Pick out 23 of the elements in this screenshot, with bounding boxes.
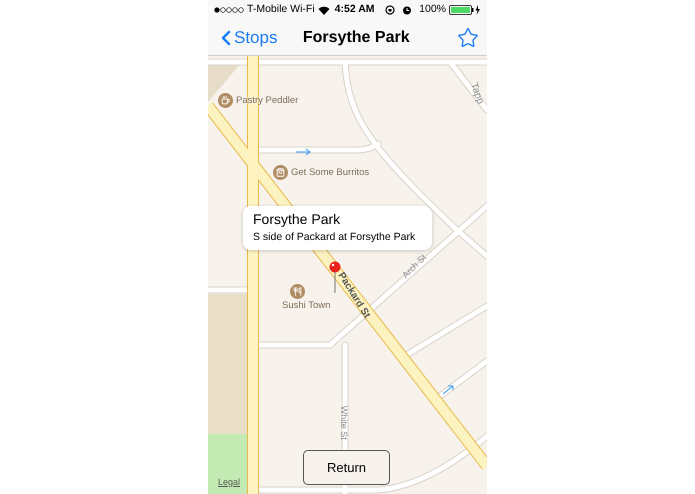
return-button[interactable]: Return [303, 450, 390, 485]
callout-subtitle: S side of Packard at Forsythe Park [253, 230, 416, 245]
callout-title: Forsythe Park [253, 210, 342, 229]
map-callout[interactable]: Forsythe Park S side of Packard at Forsythe Park [243, 206, 432, 250]
street-label: White St [338, 406, 350, 440]
street-label: Tapp [466, 80, 487, 106]
place-label: Get Some Burritos [291, 166, 370, 180]
place-label: Sushi Town [282, 299, 330, 313]
carrier-name: T-Mobile Wi-Fi [247, 2, 315, 18]
coffee-cup-icon[interactable] [218, 93, 233, 108]
battery-percentage: 100% [419, 2, 446, 18]
battery-charging-icon [449, 5, 481, 15]
signal-strength-icon [214, 7, 244, 13]
back-button[interactable]: Stops [214, 24, 278, 50]
rotation-lock-icon [385, 5, 396, 15]
legal-link[interactable]: Legal [218, 476, 240, 490]
fork-knife-icon[interactable] [290, 284, 305, 299]
bag-icon[interactable] [273, 165, 288, 180]
wifi-icon [318, 6, 330, 14]
alarm-clock-icon [402, 5, 412, 15]
star-icon [457, 26, 479, 48]
clock-time: 4:52 AM [334, 2, 375, 18]
screen-title: Forsythe Park [302, 28, 410, 48]
